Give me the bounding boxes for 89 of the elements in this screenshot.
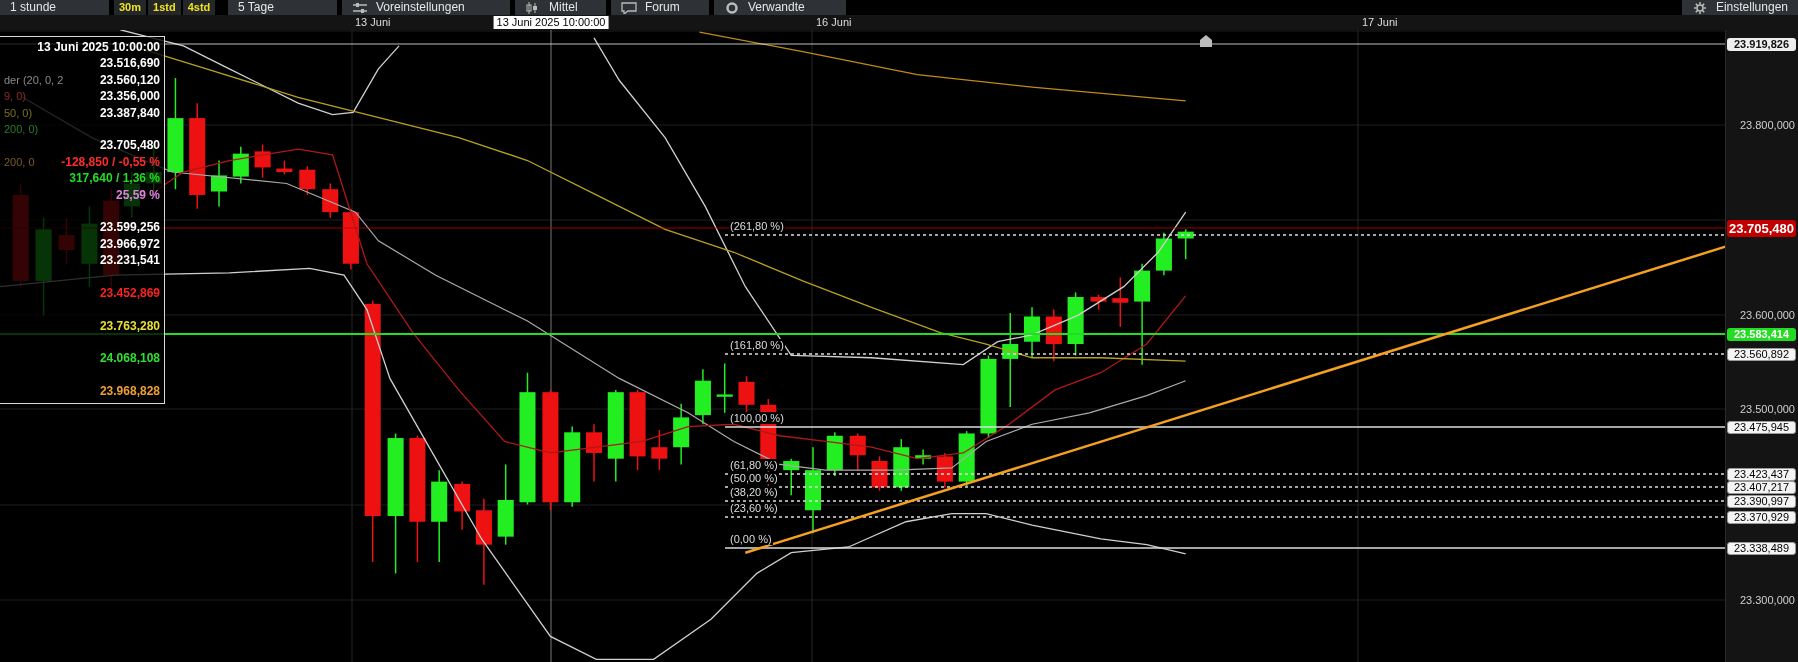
candlestick <box>299 165 316 196</box>
candlestick <box>958 430 975 487</box>
candlestick <box>849 432 866 471</box>
panel-value: 23.516,690 <box>99 55 160 72</box>
candlestick <box>915 448 932 466</box>
panel-value: -128,850 / -0,55 % <box>61 153 160 171</box>
candlestick <box>936 452 953 489</box>
candlestick <box>1155 232 1172 276</box>
candlestick <box>276 159 293 176</box>
legend-label: der (20, 0, 2 <box>4 72 64 88</box>
candlestick <box>585 423 602 483</box>
sliders-icon <box>352 1 368 14</box>
price-tick-label: 23.800,000 <box>1739 119 1795 131</box>
price-marker: 23.583,414 <box>1727 328 1796 341</box>
panel-value: 23.356,000 <box>99 88 160 105</box>
panel-value: 23.968,828 <box>99 383 160 400</box>
price-label: 23.423,437 <box>1727 468 1796 481</box>
candlestick <box>673 402 690 466</box>
marker-icon <box>1200 35 1212 47</box>
candlestick <box>254 143 271 179</box>
settings-button[interactable]: Einstellungen <box>1681 0 1798 15</box>
fib-level-label: (61,80 %) <box>729 459 779 471</box>
panel-value: 23.560,120 <box>99 71 160 89</box>
panel-value: 23.599,256 <box>99 219 160 236</box>
fib-level-label: (50,00 %) <box>729 472 779 484</box>
price-label: 23.475,945 <box>1727 421 1796 434</box>
legend-label: 200, 0) <box>4 121 39 137</box>
candlestick <box>716 362 733 414</box>
panel-value: 23.763,280 <box>99 317 160 335</box>
fib-level-label: (23,60 %) <box>729 502 779 514</box>
price-tick-label: 23.500,000 <box>1739 403 1795 415</box>
candlestick <box>893 438 910 492</box>
panel-date: 13 Juni 2025 10:00:00 <box>36 39 160 56</box>
settings-icon <box>1691 1 1708 14</box>
price-marker: 23.705,480 <box>1727 220 1796 237</box>
candlestick <box>1090 293 1107 311</box>
panel-value: 23.966,972 <box>99 235 160 253</box>
legend-label: 9, 0) <box>4 89 26 105</box>
price-tick-label: 23.600,000 <box>1739 309 1795 321</box>
candlestick <box>342 207 359 271</box>
fib-level-label: (161,80 %) <box>729 339 785 351</box>
period-button[interactable]: 4std <box>182 0 216 15</box>
price-tick-label: 23.300,000 <box>1739 594 1795 606</box>
candlestick <box>694 368 711 426</box>
crosshair-date-label: 13 Juni 2025 10:00:00 <box>493 16 609 29</box>
candlestick <box>871 455 888 492</box>
price-label: 23.338,489 <box>1727 542 1796 555</box>
panel-value: 23.387,840 <box>99 104 160 121</box>
toolbar-button[interactable]: Forum <box>611 0 709 15</box>
toolbar-button[interactable]: Verwandte <box>714 0 846 15</box>
candlestick <box>1024 306 1041 359</box>
period-button[interactable]: 30m <box>114 0 147 15</box>
date-label: 17 Juni <box>1362 15 1398 30</box>
interval-button[interactable]: 1 stunde <box>0 0 109 15</box>
candlestick <box>454 480 471 531</box>
fib-level-label: (100,00 %) <box>729 412 785 424</box>
price-label: 23.560,892 <box>1727 348 1796 361</box>
fib-level-label: (38,20 %) <box>729 486 779 498</box>
panel-value: 23.231,541 <box>99 252 160 269</box>
candlestick <box>826 431 843 477</box>
panel-value: 24.068,108 <box>99 350 160 367</box>
date-label: 16 Juni <box>816 15 852 30</box>
panel-value: 317,640 / 1,36 % <box>69 170 160 187</box>
candlestick <box>651 429 668 471</box>
panel-value: 25,59 % <box>115 186 160 203</box>
candlestick <box>322 182 339 219</box>
ring-icon <box>724 1 740 14</box>
panel-value: 23.452,869 <box>99 284 160 302</box>
candlestick <box>783 457 800 497</box>
price-label: 23.370,929 <box>1727 511 1796 524</box>
price-label: 23.390,997 <box>1727 495 1796 508</box>
period-button[interactable]: 1std <box>148 0 181 15</box>
speech-bubble-icon <box>621 1 637 14</box>
price-marker: 23.919,826 <box>1727 38 1796 51</box>
toolbar-button[interactable]: Voreinstellungen <box>342 0 510 15</box>
candlestick <box>1112 276 1129 328</box>
candlestick <box>1177 228 1194 260</box>
fib-level-label: (0,00 %) <box>729 533 773 545</box>
toolbar-button[interactable]: Mittel <box>515 0 606 15</box>
date-label: 13 Juni <box>355 15 391 30</box>
candlestick <box>1045 308 1062 362</box>
candlestick <box>232 146 249 185</box>
panel-value: 23.705,480 <box>99 137 160 154</box>
candlestick <box>211 159 228 208</box>
legend-label: 50, 0) <box>4 105 33 121</box>
range-button[interactable]: 5 Tage <box>228 0 337 15</box>
fib-level-label: (261,80 %) <box>729 220 785 232</box>
price-label: 23.407,217 <box>1727 481 1796 494</box>
legend-label: 200, 0 <box>4 154 35 170</box>
